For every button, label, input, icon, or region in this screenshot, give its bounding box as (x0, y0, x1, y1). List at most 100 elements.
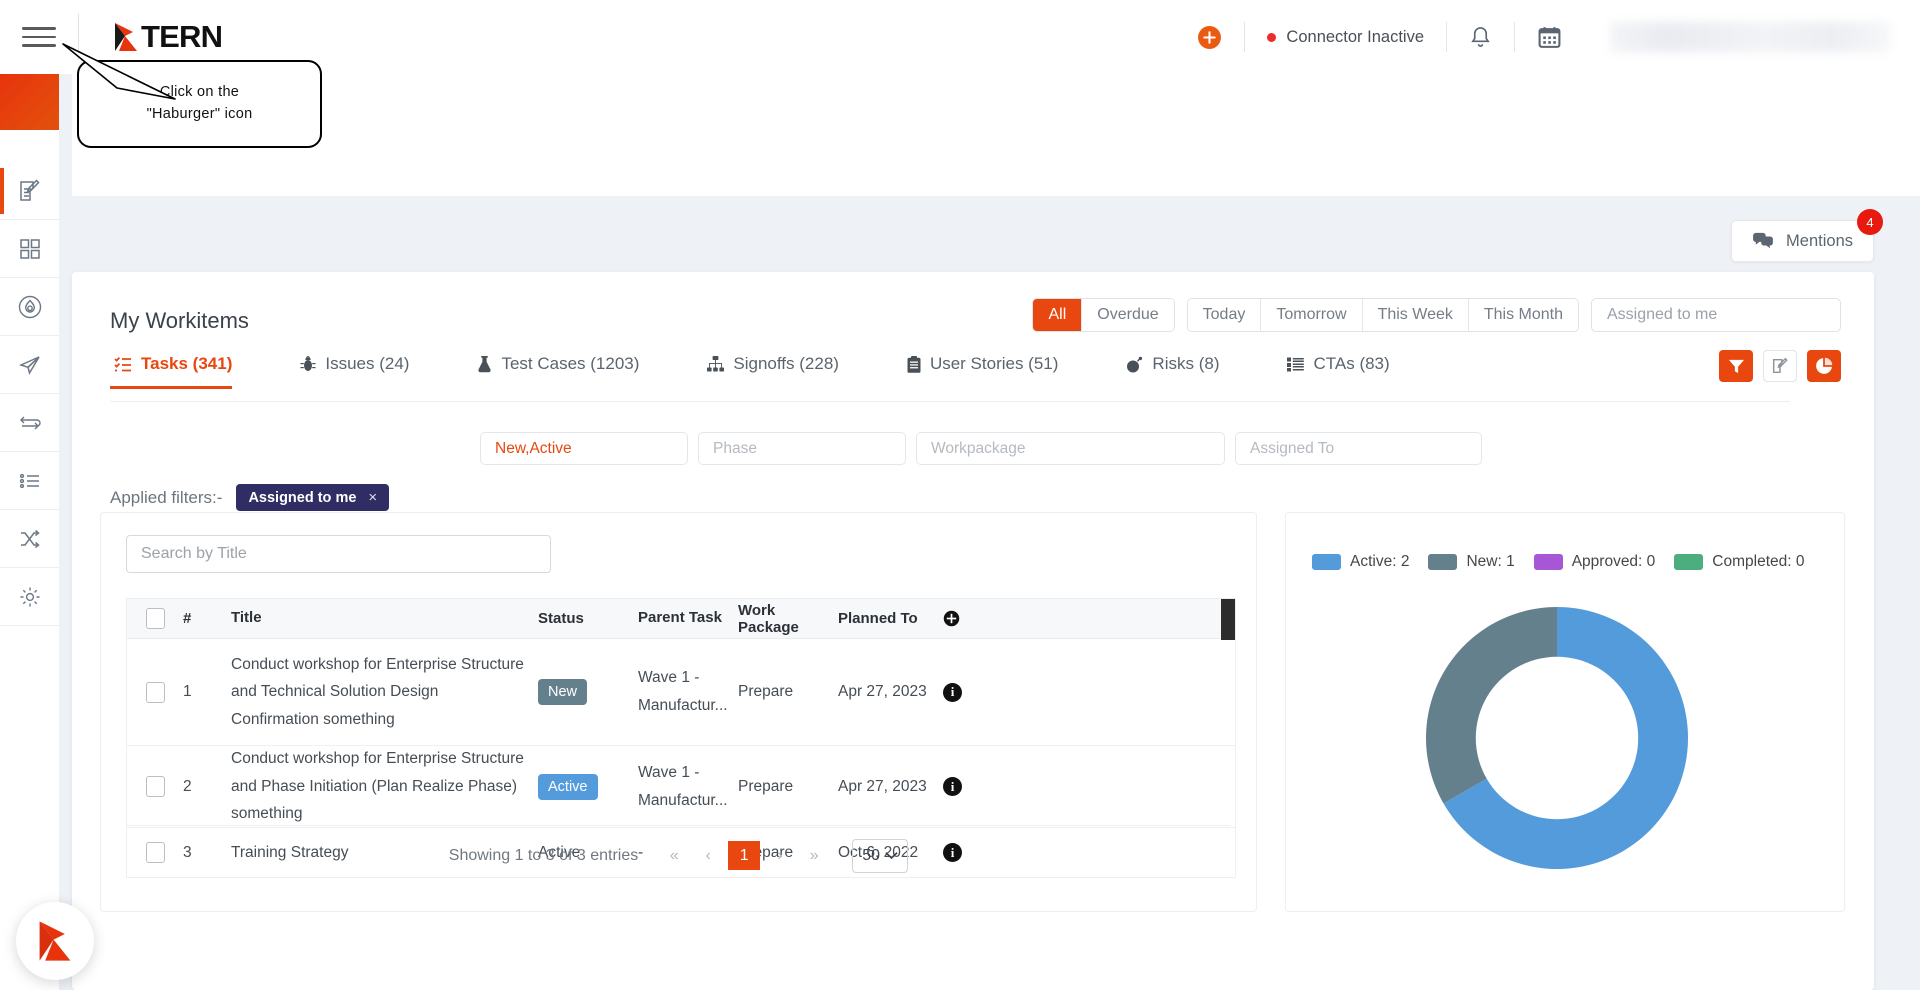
row-checkbox[interactable] (145, 681, 165, 703)
column-header-title[interactable]: Title (231, 605, 538, 632)
connector-status[interactable]: Connector Inactive (1245, 14, 1446, 60)
edit-button[interactable] (1763, 350, 1797, 382)
pill-tomorrow[interactable]: Tomorrow (1261, 299, 1363, 331)
legend-item-approved[interactable]: Approved: 0 (1533, 553, 1656, 571)
notifications-button[interactable] (1447, 14, 1514, 60)
row-title[interactable]: Conduct workshop for Enterprise Structur… (231, 651, 538, 734)
table-row[interactable]: 2 Conduct workshop for Enterprise Struct… (126, 746, 1236, 828)
sidebar-item-settings[interactable] (0, 568, 59, 626)
chart-button[interactable] (1807, 350, 1841, 382)
page-size-value: 50 (862, 846, 881, 864)
tab-user-stories-label: User Stories (51) (929, 354, 1059, 373)
tab-action-buttons (1719, 350, 1841, 382)
workitems-table-panel: Search by Title # Title Status Parent Ta… (100, 512, 1257, 912)
mentions-button[interactable]: Mentions 4 (1731, 209, 1883, 262)
status-donut-chart[interactable] (1424, 605, 1690, 871)
phase-filter[interactable]: Phase (698, 432, 906, 465)
pill-overdue[interactable]: Overdue (1082, 299, 1174, 331)
hamburger-icon[interactable] (22, 24, 56, 50)
search-input[interactable]: Search by Title (126, 535, 551, 573)
pagination-last[interactable]: » (800, 841, 828, 870)
assigned-to-filter[interactable]: Assigned To (1235, 432, 1482, 465)
column-header-parent-task[interactable]: Parent Task (638, 605, 738, 632)
page-size-select[interactable]: 50 (852, 838, 909, 873)
remove-filter-icon[interactable]: × (368, 489, 377, 506)
row-status: New (538, 679, 638, 705)
pagination-page-1[interactable]: 1 (728, 841, 761, 870)
pill-all[interactable]: All (1033, 299, 1083, 331)
applied-filter-chip[interactable]: Assigned to me × (236, 484, 390, 511)
plus-circle-small-icon (943, 610, 960, 627)
mentions-label: Mentions (1786, 231, 1853, 250)
chart-legend: Active: 2 New: 1 Approved: 0 Completed: … (1312, 553, 1816, 571)
add-column-button[interactable] (943, 610, 1003, 627)
list-blocks-icon (1287, 357, 1305, 371)
select-all-checkbox[interactable] (145, 608, 165, 629)
table-row[interactable]: 1 Conduct workshop for Enterprise Struct… (126, 639, 1236, 746)
user-profile-area[interactable] (1610, 22, 1890, 52)
row-status: Active (538, 773, 638, 800)
tab-issues[interactable]: Issues (24) (296, 354, 431, 388)
app-root: TERN Connector Inactive Click on the "Ha… (0, 0, 1920, 990)
tab-signoffs-label: Signoffs (228) (733, 354, 839, 373)
sidebar-item-list[interactable] (0, 452, 59, 510)
row-checkbox[interactable] (145, 776, 165, 797)
sidebar-item-workspace[interactable] (0, 162, 59, 220)
sidebar-item-ignite[interactable] (0, 278, 59, 336)
sidebar-item-shuffle[interactable] (0, 510, 59, 568)
pill-today[interactable]: Today (1187, 299, 1262, 331)
applied-filters-label: Applied filters:- (110, 487, 223, 507)
pill-this-month[interactable]: This Month (1468, 299, 1578, 331)
legend-item-new[interactable]: New: 1 (1428, 553, 1515, 571)
tab-issues-label: Issues (24) (325, 354, 410, 373)
legend-item-completed[interactable]: Completed: 0 (1674, 553, 1805, 571)
ktern-floating-badge[interactable] (16, 902, 94, 980)
tab-tasks-label: Tasks (341) (141, 354, 233, 373)
calendar-button[interactable] (1515, 14, 1584, 60)
notepad-edit-icon (19, 178, 40, 201)
column-header-status[interactable]: Status (538, 610, 638, 627)
pagination-first[interactable]: « (660, 841, 688, 870)
pagination-prev[interactable]: ‹ (694, 841, 722, 870)
chat-bubbles-icon (1753, 232, 1773, 249)
bell-icon (1471, 26, 1490, 47)
legend-item-active[interactable]: Active: 2 (1312, 553, 1409, 571)
tab-tasks[interactable]: Tasks (341) (110, 354, 254, 389)
applied-filter-chip-label: Assigned to me (248, 489, 357, 506)
info-icon[interactable]: i (943, 682, 962, 702)
column-header-work-package[interactable]: Work Package (738, 602, 838, 636)
status-filter[interactable]: New,Active (480, 432, 688, 465)
workitem-tabs: Tasks (341) Issues (24) Test Cases (1203… (110, 354, 1790, 402)
table-scrollbar-thumb[interactable] (1221, 599, 1235, 640)
legend-label-approved: Approved: 0 (1571, 553, 1656, 570)
column-header-planned-to[interactable]: Planned To (838, 610, 943, 627)
sidebar-item-deploy[interactable] (0, 336, 59, 394)
tab-risks[interactable]: Risks (8) (1122, 354, 1241, 388)
sitemap-icon (707, 356, 725, 372)
tab-test-cases[interactable]: Test Cases (1203) (473, 354, 661, 388)
tab-signoffs[interactable]: Signoffs (228) (703, 354, 861, 388)
pagination-next[interactable]: › (766, 841, 794, 870)
add-button[interactable] (1175, 14, 1244, 60)
workpackage-filter[interactable]: Workpackage (916, 432, 1225, 465)
filter-button[interactable] (1719, 350, 1753, 382)
info-icon[interactable]: i (943, 777, 962, 796)
mentions-count-badge: 4 (1857, 209, 1883, 235)
flask-icon (478, 356, 492, 373)
sidebar-item-sync[interactable] (0, 394, 59, 452)
page-title: My Workitems (110, 308, 249, 333)
row-title[interactable]: Conduct workshop for Enterprise Structur… (231, 745, 538, 828)
flame-circle-icon (18, 295, 41, 318)
applied-filters-row: Applied filters:- Assigned to me × (110, 484, 390, 511)
donut-slice-new[interactable] (1426, 607, 1557, 804)
tab-ctas[interactable]: CTAs (83) (1283, 354, 1411, 388)
callout-pointer (62, 43, 176, 100)
row-info-cell: i (943, 682, 1003, 702)
column-header-num[interactable]: # (183, 610, 231, 627)
sidebar-logo-tile[interactable] (0, 74, 59, 130)
pill-this-week[interactable]: This Week (1362, 299, 1469, 331)
assigned-to-me-select[interactable]: Assigned to me (1591, 298, 1841, 332)
tab-user-stories[interactable]: User Stories (51) (903, 354, 1080, 388)
sidebar-item-dashboard[interactable] (0, 220, 59, 278)
tab-ctas-label: CTAs (83) (1313, 354, 1390, 373)
